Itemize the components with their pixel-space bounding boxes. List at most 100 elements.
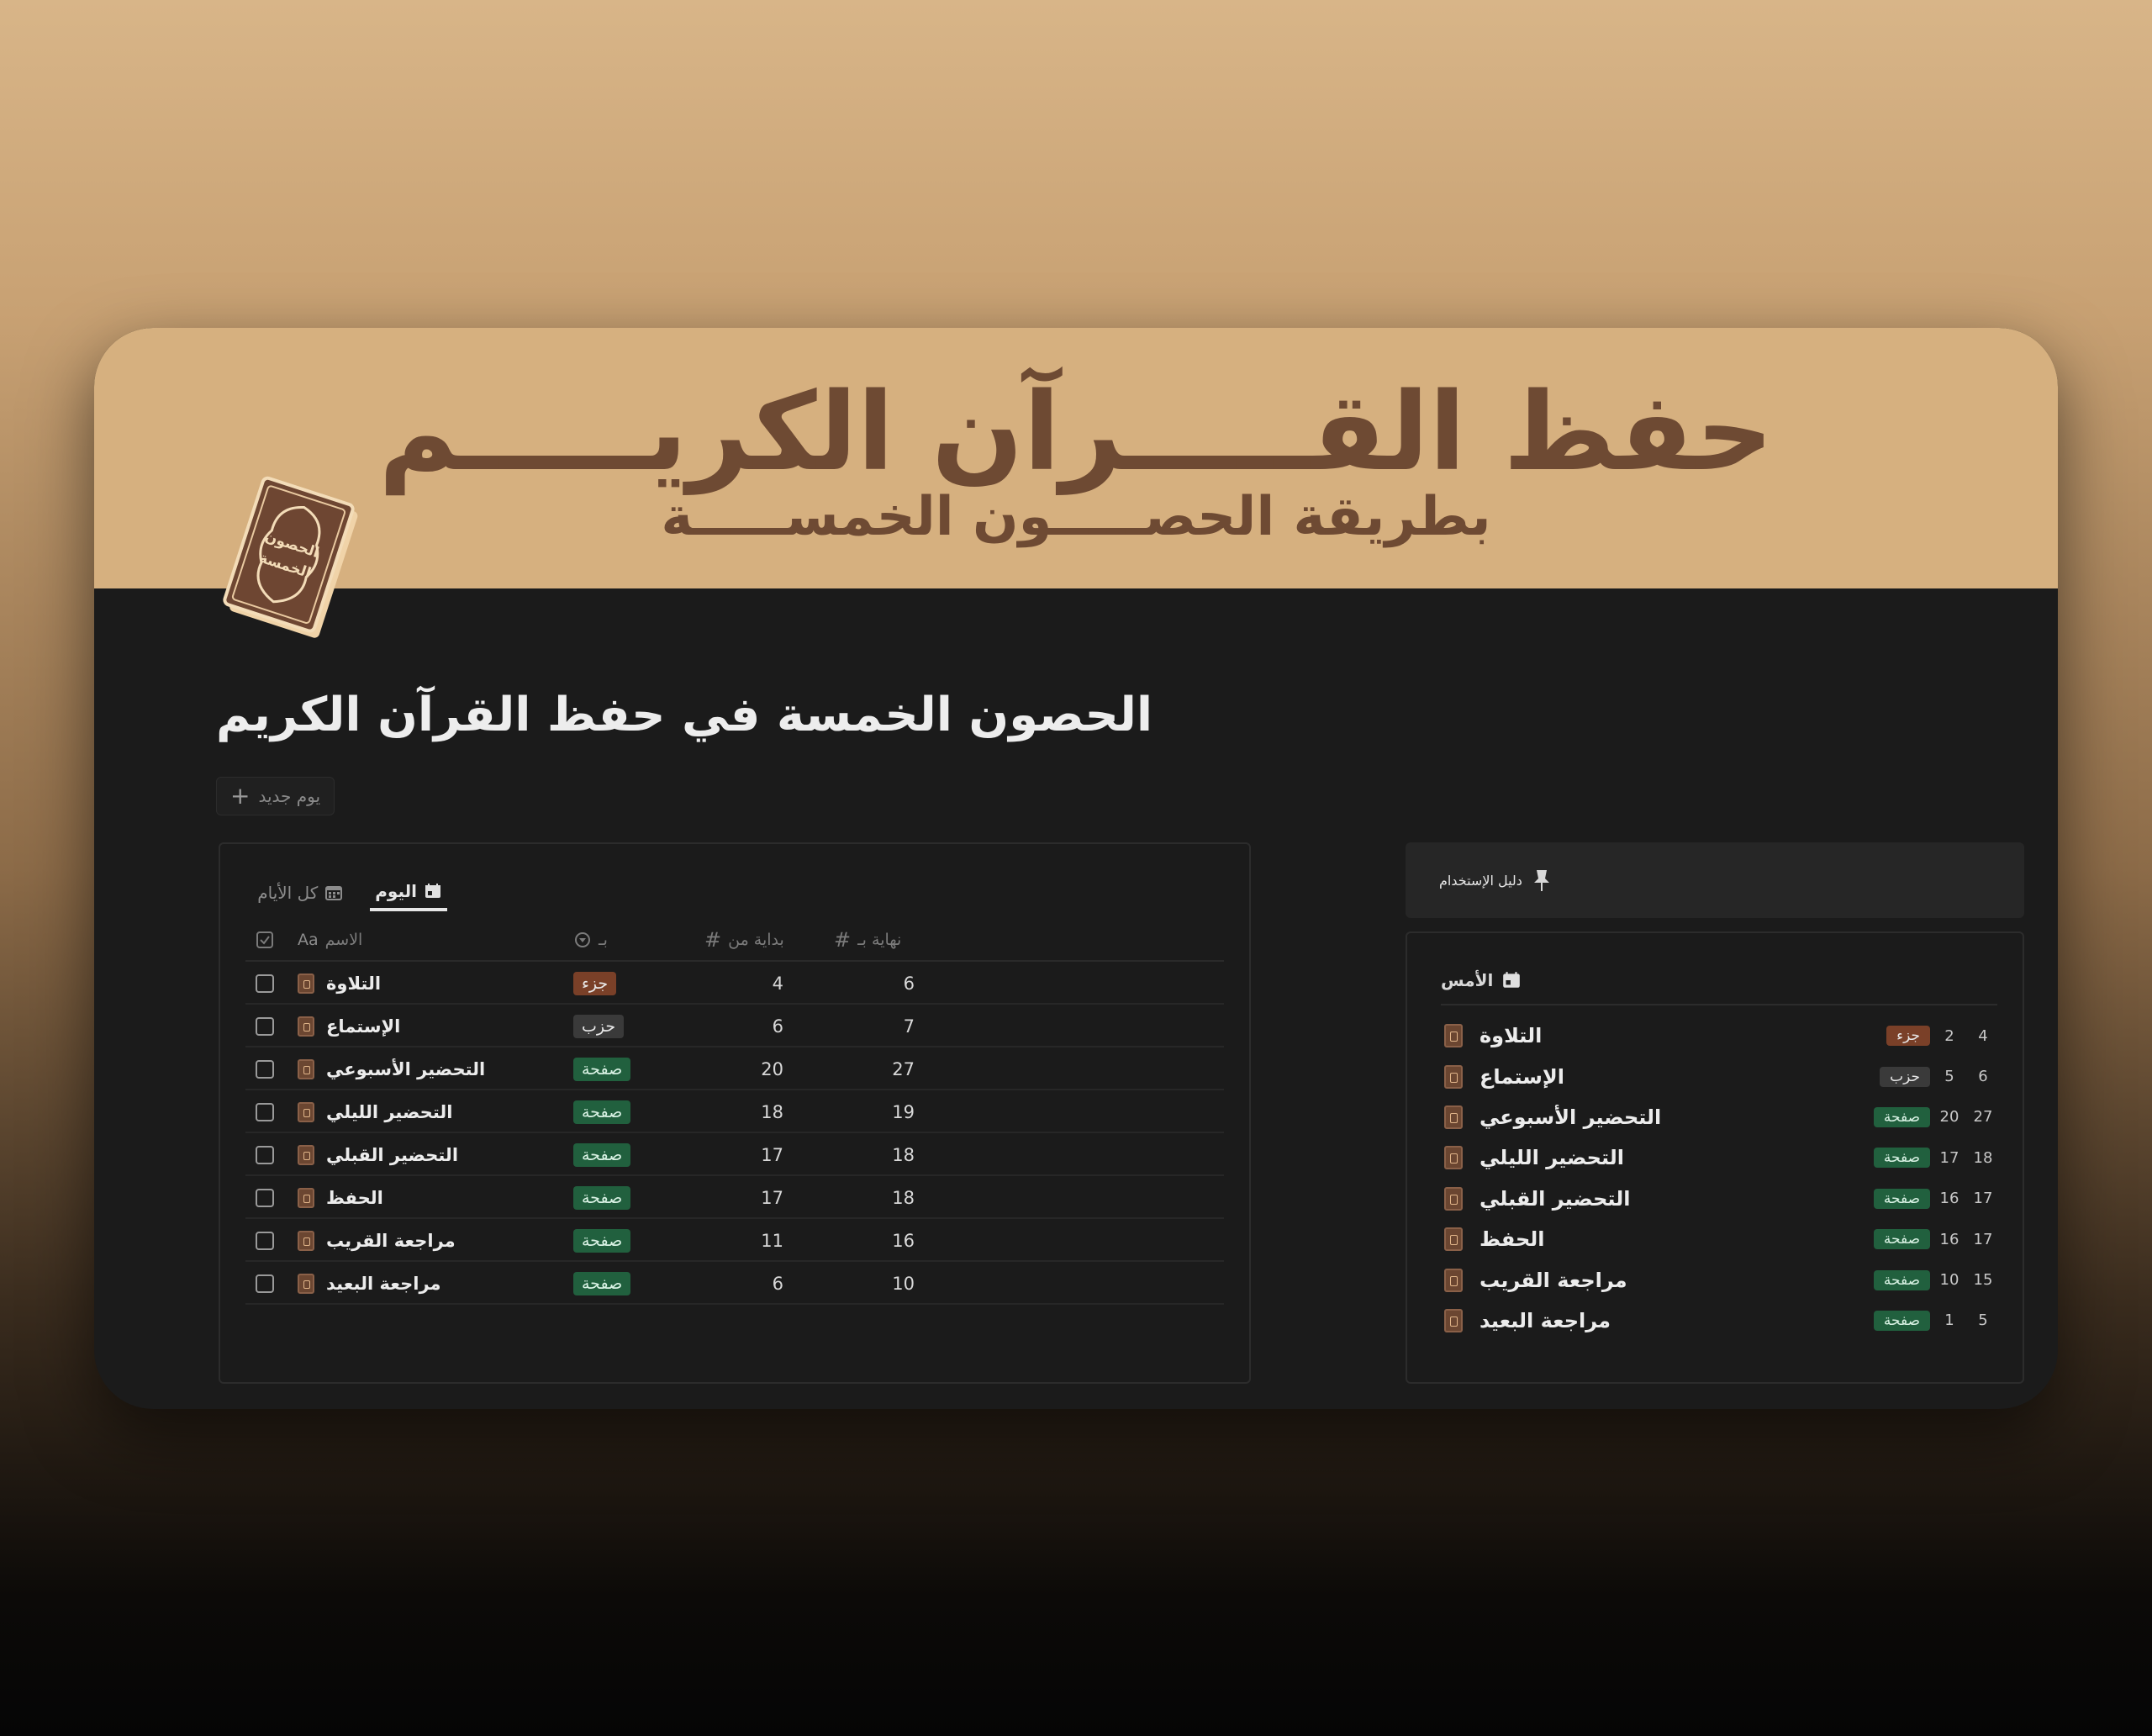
start-value: 16 — [1939, 1230, 1959, 1248]
quran-page-icon — [298, 1144, 314, 1165]
list-item[interactable]: مراجعة القريب صفحة 10 15 — [1441, 1259, 1997, 1300]
today-database: اليوم كل الأيام Aa الاسم بـ # بداية من #… — [219, 842, 1251, 1384]
table-row[interactable]: الحفظ صفحة 17 18 — [245, 1176, 1224, 1219]
quran-page-icon — [1444, 1105, 1463, 1129]
end-value: 27 — [892, 1058, 915, 1079]
quran-page-icon — [1444, 1268, 1463, 1292]
start-value: 17 — [761, 1144, 783, 1165]
end-value: 16 — [892, 1230, 915, 1251]
yesterday-item-name[interactable]: الإستماع — [1480, 1065, 1564, 1089]
end-value: 18 — [892, 1187, 915, 1208]
row-checkbox[interactable] — [256, 1231, 274, 1250]
unit-tag: جزء — [573, 971, 617, 995]
end-value: 15 — [1973, 1271, 1993, 1290]
view-tabs: اليوم كل الأيام — [245, 874, 447, 916]
new-day-button[interactable]: + يوم جديد — [216, 777, 335, 815]
table-row[interactable]: التحضير الليلي صفحة 18 19 — [245, 1090, 1224, 1133]
unit-tag: صفحة — [573, 1142, 631, 1167]
banner-subtitle: بطريقة الحصـــــون الخمســـــة — [661, 486, 1491, 548]
table-row[interactable]: الإستماع حزب 6 7 — [245, 1005, 1224, 1047]
unit-tag: صفحة — [1873, 1310, 1930, 1331]
row-checkbox[interactable] — [256, 1188, 274, 1207]
unit-tag: صفحة — [1873, 1188, 1930, 1209]
row-checkbox[interactable] — [256, 974, 274, 993]
row-checkbox[interactable] — [256, 1059, 274, 1079]
number-type-icon: # — [834, 928, 852, 952]
yesterday-item-name[interactable]: مراجعة البعيد — [1480, 1309, 1611, 1332]
calendar-icon — [1503, 972, 1521, 988]
table-row[interactable]: مراجعة القريب صفحة 11 16 — [245, 1219, 1224, 1262]
start-value: 2 — [1944, 1026, 1954, 1045]
divider — [1441, 1004, 1997, 1005]
unit-tag: حزب — [573, 1014, 625, 1038]
start-value: 11 — [761, 1230, 783, 1251]
start-value: 18 — [761, 1101, 783, 1122]
quran-page-icon — [298, 973, 314, 994]
table-header: Aa الاسم بـ # بداية من # نهاية بـ — [245, 918, 1224, 962]
unit-tag: صفحة — [1873, 1148, 1930, 1169]
start-value: 4 — [772, 973, 783, 994]
unit-tag: صفحة — [573, 1271, 631, 1295]
quran-page-icon — [1444, 1024, 1463, 1048]
yesterday-header: الأمس — [1441, 963, 1522, 997]
unit-tag: جزء — [1886, 1026, 1930, 1047]
row-name[interactable]: التحضير الليلي — [326, 1102, 452, 1122]
start-value: 6 — [772, 1016, 783, 1037]
row-name[interactable]: التلاوة — [326, 974, 381, 994]
text-type-icon: Aa — [298, 931, 319, 949]
row-checkbox[interactable] — [256, 1145, 274, 1164]
row-checkbox[interactable] — [256, 1102, 274, 1121]
table-row[interactable]: التحضير الأسبوعي صفحة 20 27 — [245, 1047, 1224, 1090]
header-unit-label: بـ — [599, 931, 608, 949]
row-name[interactable]: مراجعة القريب — [326, 1231, 456, 1251]
table-row[interactable]: مراجعة البعيد صفحة 6 10 — [245, 1262, 1224, 1305]
start-value: 6 — [772, 1273, 783, 1294]
tab-today[interactable]: اليوم — [370, 874, 447, 911]
cover-banner: حفظ القـــــرآن الكريـــــم بطريقة الحصـ… — [94, 328, 2058, 588]
list-item[interactable]: التحضير القبلي صفحة 16 17 — [1441, 1179, 1997, 1219]
end-value: 10 — [892, 1273, 915, 1294]
yesterday-item-name[interactable]: التحضير القبلي — [1480, 1187, 1630, 1211]
quran-page-icon — [1444, 1186, 1463, 1211]
header-start[interactable]: # بداية من — [704, 918, 784, 962]
checkbox-column-icon — [256, 931, 273, 948]
start-value: 17 — [761, 1187, 783, 1208]
header-unit[interactable]: بـ — [573, 918, 608, 962]
row-name[interactable]: التحضير الأسبوعي — [326, 1059, 485, 1079]
list-item[interactable]: التحضير الليلي صفحة 17 18 — [1441, 1137, 1997, 1178]
start-value: 20 — [1939, 1108, 1959, 1127]
tab-all-days[interactable]: كل الأيام — [252, 874, 348, 911]
unit-tag: حزب — [1880, 1066, 1930, 1087]
today-rows: التلاوة جزء 4 6 الإستماع حزب 6 7 التحضير… — [245, 962, 1224, 1305]
quran-page-icon — [298, 1101, 314, 1122]
row-name[interactable]: الإستماع — [326, 1016, 400, 1037]
yesterday-item-name[interactable]: التحضير الليلي — [1480, 1146, 1624, 1169]
end-value: 18 — [892, 1144, 915, 1165]
yesterday-item-name[interactable]: التلاوة — [1480, 1024, 1542, 1047]
start-value: 5 — [1944, 1068, 1954, 1086]
row-checkbox[interactable] — [256, 1274, 274, 1293]
header-name[interactable]: Aa الاسم — [298, 918, 362, 962]
list-item[interactable]: التحضير الأسبوعي صفحة 20 27 — [1441, 1097, 1997, 1137]
row-name[interactable]: مراجعة البعيد — [326, 1274, 441, 1294]
list-item[interactable]: مراجعة البعيد صفحة 1 5 — [1441, 1301, 1997, 1341]
end-value: 7 — [903, 1016, 915, 1037]
list-item[interactable]: الحفظ صفحة 16 17 — [1441, 1219, 1997, 1259]
start-value: 16 — [1939, 1190, 1959, 1208]
list-item[interactable]: التلاوة جزء 2 4 — [1441, 1016, 1997, 1056]
list-item[interactable]: الإستماع حزب 5 6 — [1441, 1056, 1997, 1096]
row-name[interactable]: التحضير القبلي — [326, 1145, 458, 1165]
row-checkbox[interactable] — [256, 1016, 274, 1036]
table-row[interactable]: التحضير القبلي صفحة 17 18 — [245, 1133, 1224, 1176]
yesterday-item-name[interactable]: مراجعة القريب — [1480, 1269, 1627, 1292]
usage-guide-toggle[interactable]: دليل الإستخدام — [1406, 842, 2024, 918]
table-row[interactable]: التلاوة جزء 4 6 — [245, 962, 1224, 1005]
quran-page-icon — [1444, 1064, 1463, 1089]
row-name[interactable]: الحفظ — [326, 1188, 383, 1208]
quran-page-icon — [1444, 1146, 1463, 1170]
yesterday-item-name[interactable]: التحضير الأسبوعي — [1480, 1105, 1661, 1129]
yesterday-item-name[interactable]: الحفظ — [1480, 1227, 1545, 1251]
header-end[interactable]: # نهاية بـ — [834, 918, 901, 962]
app-window: حفظ القـــــرآن الكريـــــم بطريقة الحصـ… — [94, 328, 2058, 1409]
calendar-grid-icon — [325, 886, 343, 900]
